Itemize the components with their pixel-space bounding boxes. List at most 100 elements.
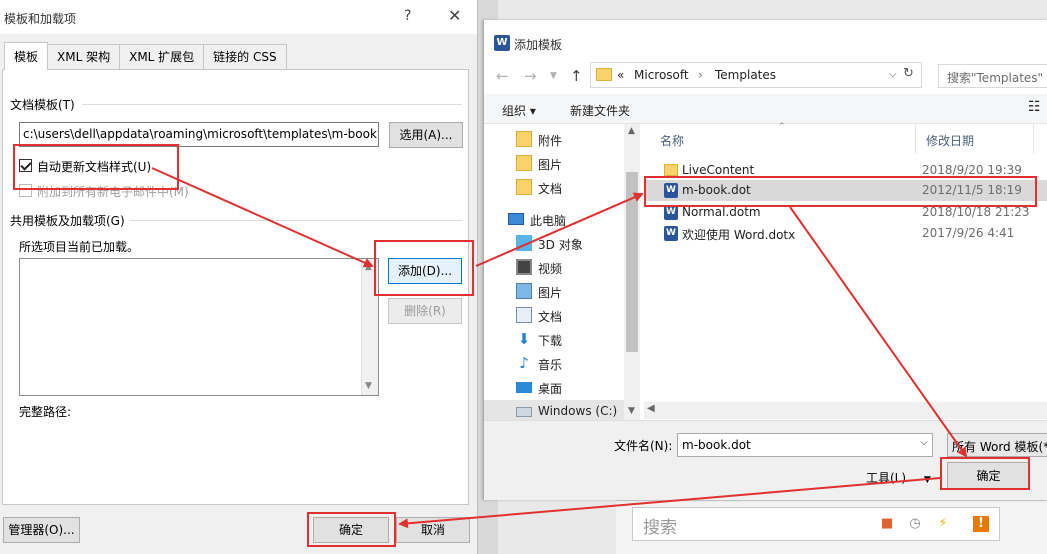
document-icon [516, 307, 532, 323]
tab-templates[interactable]: 模板 [4, 42, 49, 70]
add-template-button[interactable]: 添加(D)... [388, 258, 462, 284]
nav-item-music[interactable]: ♪ 音乐 [516, 352, 620, 376]
shared-group-label: 共用模板及加载项(G) [10, 214, 125, 228]
file-row-selected[interactable]: W m-book.dot 2012/11/5 18:19 [644, 180, 1047, 201]
breadcrumb-templates[interactable]: Templates [715, 68, 776, 82]
clock-icon[interactable]: ◷ [907, 516, 923, 532]
recent-dropdown-icon[interactable]: ▼ [550, 71, 557, 81]
add-template-dialog: W 添加模板 ← → ▼ ↑ « Microsoft › Templates ⌵… [483, 20, 1047, 500]
sort-ascending-icon: ⌃ [778, 122, 786, 132]
right-ok-button[interactable]: 确定 [947, 462, 1030, 489]
filetype-select[interactable]: 所有 Word 模板(* [947, 433, 1047, 457]
column-header-date[interactable]: 修改日期 [916, 124, 1034, 154]
attach-new-email-checkbox[interactable] [19, 184, 32, 197]
file-row[interactable]: W Normal.dotm 2018/10/18 21:23 [644, 202, 1047, 223]
file-row[interactable]: W 欢迎使用 Word.dotx 2017/9/26 4:41 [644, 223, 1047, 244]
scroll-down-icon[interactable]: ▼ [628, 406, 635, 416]
chevron-down-icon[interactable]: ⌵ [920, 437, 928, 448]
refresh-icon[interactable]: ↻ [903, 66, 914, 81]
remove-template-button[interactable]: 删除(R) [388, 298, 462, 324]
left-titlebar: 模板和加载项 ? ✕ [0, 0, 477, 34]
background-search-input[interactable]: 搜索 ■ ◷ ⚡ ! [632, 507, 1000, 541]
file-row[interactable]: LiveContent 2018/9/20 19:39 [644, 160, 1047, 181]
listbox-scrollbar[interactable]: ▲ ▼ [361, 259, 378, 395]
nav-item-pictures[interactable]: 图片 [516, 280, 620, 304]
view-options-icon[interactable]: ☷ [1028, 99, 1041, 115]
loaded-note: 所选项目当前已加载。 [19, 240, 140, 254]
forward-arrow-icon[interactable]: → [524, 67, 537, 85]
file-toolbar: 组织 ▾ 新建文件夹 ☷ [484, 94, 1047, 124]
nav-item-videos[interactable]: 视频 [516, 256, 620, 280]
divider [130, 220, 462, 221]
addins-listbox[interactable]: ▲ ▼ [19, 258, 379, 396]
drive-icon [516, 407, 532, 417]
video-icon [516, 259, 532, 275]
scroll-left-icon[interactable]: ◀ [647, 403, 655, 414]
new-folder-button[interactable]: 新建文件夹 [570, 102, 630, 119]
scroll-down-icon[interactable]: ▼ [365, 381, 372, 391]
file-list-hscrollbar[interactable]: ◀ [644, 402, 1047, 419]
background-search-placeholder: 搜索 [643, 518, 677, 538]
address-bar[interactable]: « Microsoft › Templates ⌵ [590, 62, 922, 88]
tools-menu[interactable]: 工具(L) ▼ [866, 469, 931, 486]
divider [82, 104, 462, 105]
word-doc-icon: W [664, 226, 678, 241]
cube-icon [516, 235, 532, 251]
download-icon: ⬇ [517, 330, 531, 348]
folder-synced-icon [516, 155, 532, 171]
nav-item-downloads[interactable]: ⬇ 下载 [516, 328, 620, 352]
nav-item-documents[interactable]: 文档 [516, 304, 620, 328]
template-path-input[interactable]: c:\users\dell\appdata\roaming\microsoft\… [19, 122, 379, 147]
left-cancel-button[interactable]: 取消 [396, 517, 470, 543]
file-search-placeholder: 搜索"Templates" [947, 71, 1044, 85]
scroll-up-icon[interactable]: ▲ [365, 262, 372, 272]
word-app-icon: W [494, 35, 510, 51]
navigation-scrollbar[interactable]: ▲ ▼ [624, 124, 640, 420]
scroll-up-icon[interactable]: ▲ [628, 126, 635, 136]
nav-item-attachments[interactable]: 附件 [516, 128, 620, 152]
folder-synced-icon [516, 131, 532, 147]
file-search-input[interactable]: 搜索"Templates" [938, 64, 1047, 88]
nav-item-pictures-cloud[interactable]: 图片 [516, 152, 620, 176]
attach-new-email-label: 附加到所有新电子邮件中(M) [37, 185, 189, 199]
address-dropdown-icon[interactable]: ⌵ [889, 69, 897, 80]
doc-template-label: 文档模板(T) [10, 98, 75, 112]
auto-update-checkbox[interactable] [19, 159, 32, 172]
help-icon[interactable]: ? [404, 8, 411, 24]
picture-icon [516, 283, 532, 299]
tab-xml-expansion[interactable]: XML 扩展包 [119, 44, 205, 70]
select-template-button[interactable]: 选用(A)... [389, 122, 463, 148]
alert-icon[interactable]: ! [973, 516, 989, 532]
desktop-icon [516, 382, 532, 393]
tab-xml-schema[interactable]: XML 架构 [47, 44, 121, 70]
file-dialog-footer: 文件名(N): m-book.dot ⌵ 所有 Word 模板(* 工具(L) … [484, 420, 1047, 500]
file-list-pane: 名称 ⌃ 修改日期 LiveContent 2018/9/20 19:39 W … [644, 122, 1047, 420]
filename-input[interactable]: m-book.dot ⌵ [677, 433, 933, 457]
breadcrumb-overflow[interactable]: « [617, 68, 624, 82]
column-header-name[interactable]: 名称 ⌃ [650, 122, 916, 154]
organizer-button[interactable]: 管理器(O)... [3, 517, 80, 543]
nav-item-desktop[interactable]: 桌面 [516, 376, 620, 400]
nav-item-documents-cloud[interactable]: 文档 [516, 176, 620, 200]
tab-strip: 模板 XML 架构 XML 扩展包 链接的 CSS [4, 42, 287, 70]
nav-item-3d-objects[interactable]: 3D 对象 [516, 232, 620, 256]
folder-synced-icon [516, 179, 532, 195]
breadcrumb-microsoft[interactable]: Microsoft [634, 68, 689, 82]
auto-update-label: 自动更新文档样式(U) [37, 160, 152, 174]
back-arrow-icon[interactable]: ← [496, 67, 509, 85]
tab-linked-css[interactable]: 链接的 CSS [203, 44, 287, 70]
contact-icon[interactable]: ■ [879, 516, 895, 532]
close-icon[interactable]: ✕ [448, 6, 461, 25]
nav-item-this-pc[interactable]: 此电脑 [508, 208, 620, 232]
tools-dropdown-icon: ▼ [923, 475, 931, 485]
navigation-pane: 附件 图片 文档 此电脑 3D 对象 视频 图片 文档 ⬇ 下载 ♪ 音乐 桌面… [484, 124, 640, 424]
breadcrumb-separator: › [698, 68, 703, 82]
filename-label: 文件名(N): [614, 439, 673, 453]
word-doc-icon: W [664, 205, 678, 220]
organize-button[interactable]: 组织 ▾ [502, 102, 536, 119]
scroll-thumb[interactable] [626, 172, 638, 352]
left-ok-button[interactable]: 确定 [313, 517, 389, 543]
word-doc-icon: W [664, 183, 678, 198]
up-arrow-icon[interactable]: ↑ [570, 67, 583, 85]
lightning-icon[interactable]: ⚡ [935, 516, 951, 532]
